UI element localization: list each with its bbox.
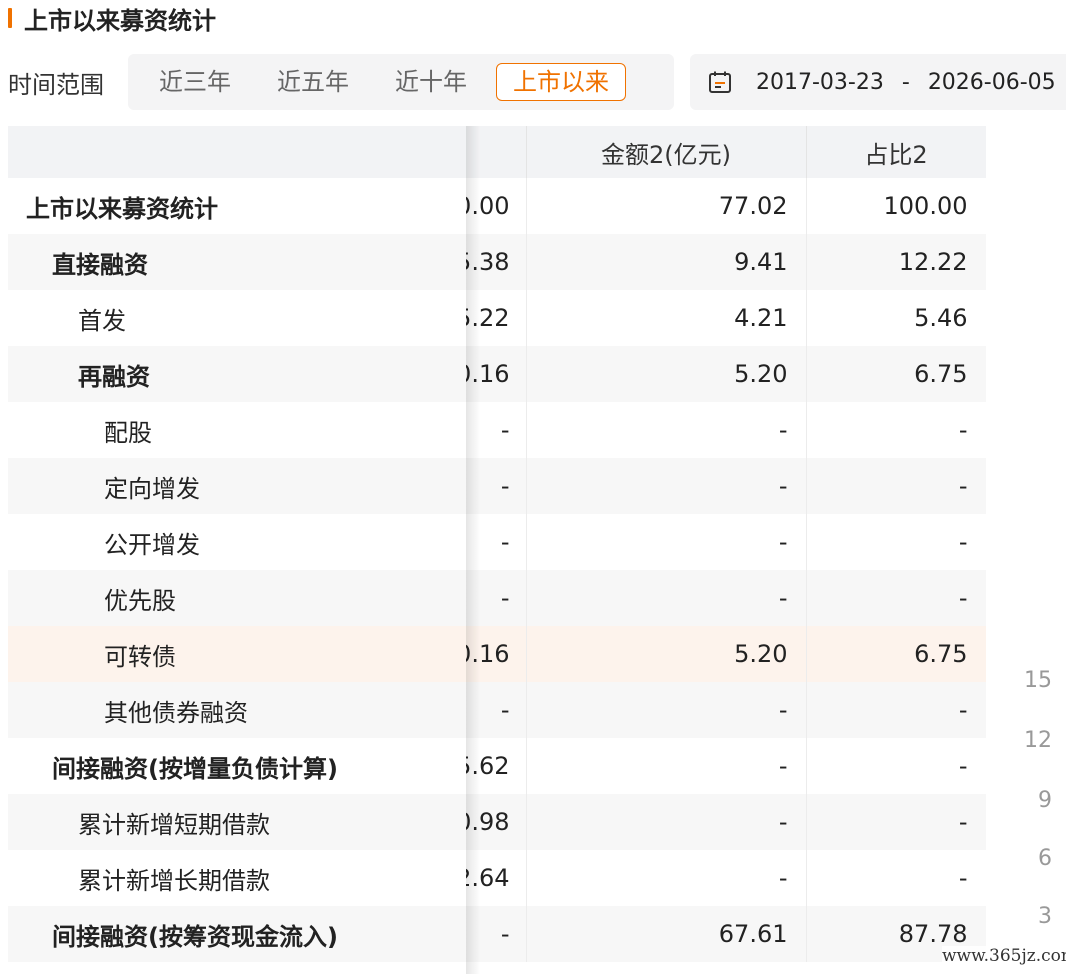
cell-amount-1: 5.22 [466,290,527,346]
cell-ratio-2: - [806,850,986,906]
cell-amount-2: - [526,458,807,514]
cell-amount-2: - [526,514,807,570]
row-label: 定向增发 [8,458,466,514]
table-row: 再融资 10.16 5.20 6.75 [8,346,986,402]
cell-amount-1: 5.62 [466,738,527,794]
cell-amount-1: 100.00 [466,178,527,234]
table-header-row: 金额2(亿元) 占比2 [8,126,986,178]
table-row: 公开增发 - - - [8,514,986,570]
cell-ratio-2: - [806,738,986,794]
table-row-highlighted: 可转债 10.16 5.20 6.75 [8,626,986,682]
cell-amount-2: 77.02 [526,178,807,234]
time-range-row: 时间范围 近三年 近五年 近十年 上市以来 [0,54,674,110]
time-range-tabs: 近三年 近五年 近十年 上市以来 [128,54,674,110]
row-label: 可转债 [8,626,466,682]
tab-5-years[interactable]: 近五年 [260,63,366,101]
cell-amount-1: 0.98 [466,794,527,850]
row-label: 累计新增长期借款 [78,866,270,895]
row-label: 其他债券融资 [8,682,466,738]
table-row: 累计新增短期借款 0.98 - - [8,794,986,850]
cell-amount-2: 5.20 [526,626,807,682]
cell-amount-1: 10.16 [466,626,527,682]
cell-amount-2: - [526,402,807,458]
axis-tick-label: 3 [1038,904,1052,929]
axis-tick-label: 6 [1038,846,1052,871]
table-row: 直接融资 15.38 9.41 12.22 [8,234,986,290]
cell-ratio-2: - [806,514,986,570]
cell-amount-2: - [526,682,807,738]
header-amount-2: 金额2(亿元) [526,126,807,178]
cell-amount-1: 2.64 [466,850,527,906]
cell-amount-2: - [526,850,807,906]
section-header: 上市以来募资统计 [0,0,216,36]
financing-table-container[interactable]: 金额2(亿元) 占比2 上市以来募资统计 100.00 77.02 100.00… [8,126,986,974]
table-row: 上市以来募资统计 100.00 77.02 100.00 [8,178,986,234]
cell-ratio-2: - [806,794,986,850]
row-label: 配股 [104,418,152,447]
time-range-label: 时间范围 [8,70,104,99]
cell-amount-1: 10.16 [466,346,527,402]
header-ratio-2: 占比2 [806,126,986,178]
date-range-picker[interactable]: 2017-03-23 - 2026-06-05 [690,54,1066,110]
cell-ratio-2: - [806,458,986,514]
date-start[interactable]: 2017-03-23 [756,70,884,95]
cell-amount-1: - [466,514,527,570]
row-label: 间接融资(按增量负债计算) [52,754,338,783]
row-label: 优先股 [8,570,466,626]
cell-amount-1: - [466,570,527,626]
table-row: 定向增发 - - - [8,458,986,514]
cell-amount-2: - [526,738,807,794]
cell-ratio-2: - [806,682,986,738]
header-amount-1 [466,126,527,178]
tab-10-years[interactable]: 近十年 [378,63,484,101]
tab-3-years[interactable]: 近三年 [142,63,248,101]
row-label: 再融资 [8,346,466,402]
financing-table: 金额2(亿元) 占比2 上市以来募资统计 100.00 77.02 100.00… [8,126,986,962]
cell-amount-1: 15.38 [466,234,527,290]
cell-amount-1: - [466,682,527,738]
axis-tick-label: 15 [1024,668,1052,693]
row-label: 公开增发 [104,530,200,559]
axis-tick-label: 12 [1024,728,1052,753]
cell-ratio-2: 12.22 [806,234,986,290]
row-label: 首发 [78,306,126,335]
table-row: 间接融资(按增量负债计算) 5.62 - - [8,738,986,794]
axis-tick-label: 9 [1038,788,1052,813]
cell-ratio-2: 6.75 [806,626,986,682]
cell-ratio-2: 5.46 [806,290,986,346]
cell-amount-2: 67.61 [526,906,807,962]
cell-amount-1: - [466,458,527,514]
cell-ratio-2: 100.00 [806,178,986,234]
table-row: 间接融资(按筹资现金流入) - 67.61 87.78 [8,906,986,962]
watermark: www.365jz.com [942,946,1066,966]
row-label: 累计新增短期借款 [8,794,466,850]
cell-amount-2: 5.20 [526,346,807,402]
row-label: 间接融资(按筹资现金流入) [8,906,466,962]
table-row: 配股 - - - [8,402,986,458]
row-label: 直接融资 [8,234,466,290]
date-separator: - [901,69,910,95]
cell-amount-2: 4.21 [526,290,807,346]
row-label: 上市以来募资统计 [26,194,218,223]
cell-amount-2: - [526,570,807,626]
cell-ratio-2: - [806,402,986,458]
tab-since-listing[interactable]: 上市以来 [496,63,626,101]
page-title: 上市以来募资统计 [24,6,216,35]
table-row: 累计新增长期借款 2.64 - - [8,850,986,906]
table-row: 首发 5.22 4.21 5.46 [8,290,986,346]
table-row: 其他债券融资 - - - [8,682,986,738]
date-end[interactable]: 2026-06-05 [928,70,1056,95]
header-name [8,126,466,178]
cell-amount-2: - [526,794,807,850]
cell-amount-1: - [466,402,527,458]
cell-amount-2: 9.41 [526,234,807,290]
cell-ratio-2: 6.75 [806,346,986,402]
calendar-icon [708,70,732,94]
title-accent-bar [8,8,12,28]
table-row: 优先股 - - - [8,570,986,626]
cell-amount-1: - [466,906,527,962]
cell-ratio-2: - [806,570,986,626]
